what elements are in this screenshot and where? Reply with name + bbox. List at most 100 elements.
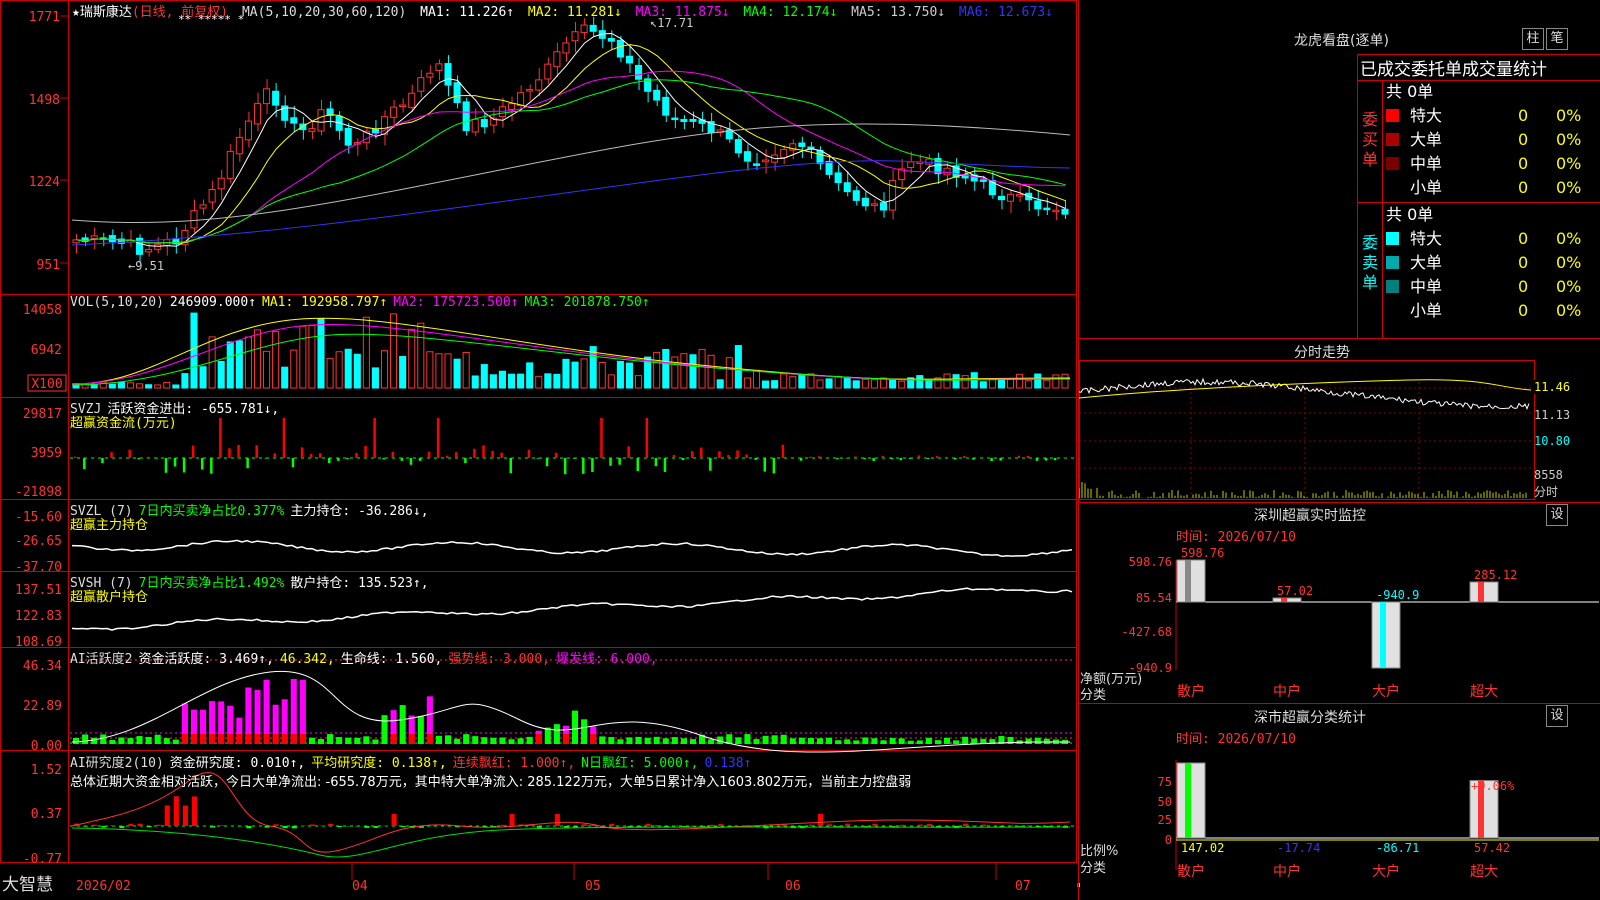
low-label: ←9.51	[128, 259, 164, 273]
intraday-vol-label: 分时	[1534, 485, 1559, 499]
svzj-bar	[282, 418, 286, 458]
ai-activity-bar	[744, 734, 751, 744]
svzj-bar	[427, 451, 431, 458]
volume-bar	[889, 379, 897, 389]
ai-activity-bar	[771, 735, 778, 744]
order-type: 大单	[1410, 253, 1443, 272]
ai-activity-bar	[880, 740, 887, 744]
ai-activity-bar	[971, 738, 978, 744]
ai-activity-bar	[553, 724, 560, 744]
ai-res-bar	[972, 825, 978, 826]
candle-body	[244, 120, 252, 141]
ma3-line	[76, 70, 1066, 244]
candle-body	[635, 64, 643, 80]
stock-name: ★瑞斯康达	[72, 5, 132, 20]
color-swatch	[1386, 232, 1399, 245]
ma6: MA6: 12.673↓	[958, 5, 1053, 20]
right-sidebar: 龙虎看盘(逐单) 柱 笔 已成交委托单成交量统计 委买单 委卖单 共 0单 特大 0…	[1078, 0, 1600, 900]
dragon-tabs[interactable]: 已成交委托单成交量统计	[1360, 55, 1547, 80]
svzj-ytick-1: 3959	[31, 446, 62, 461]
category-label: 超大	[1470, 864, 1498, 880]
volume-bar	[181, 373, 189, 389]
ai-res-bar	[926, 823, 932, 826]
volume-bar	[371, 367, 379, 389]
ai-activity-bar	[327, 734, 334, 744]
ai-activity-bar	[617, 739, 624, 744]
ai-res-bar	[182, 805, 188, 826]
volume-bar	[743, 377, 751, 389]
bar-mode-button[interactable]: 柱	[1522, 28, 1544, 50]
volume-bar	[126, 382, 135, 389]
ai-activity-bar	[345, 737, 352, 744]
candle-body	[517, 92, 525, 107]
svzj-bar	[999, 458, 1002, 461]
ai-res-bar	[164, 805, 170, 826]
ai-activity-base	[590, 734, 597, 744]
ai-activity-bar	[508, 739, 515, 744]
bar-value-label: 57.42	[1474, 841, 1510, 855]
ai-activity-bar	[73, 738, 80, 744]
svzj-bar	[228, 448, 231, 458]
svzj-bar	[591, 458, 594, 472]
volume-bar	[263, 350, 271, 389]
bar-value-label: -86.71	[1376, 841, 1419, 855]
monitor-chart[interactable]: 598.7685.54-427.68-940.9598.76散户57.02中户-…	[1079, 520, 1600, 700]
candle-body	[199, 204, 207, 209]
color-swatch	[1386, 133, 1399, 146]
ai-activity-base	[299, 734, 306, 744]
order-row[interactable]: 特大 0 0%	[1386, 227, 1600, 251]
order-row[interactable]: 大单 0 0%	[1386, 128, 1600, 152]
svzj-bar	[863, 458, 866, 460]
volume-bar	[199, 366, 207, 389]
ai-act-header: AI活跃度2 资金活跃度: 3.469↑, 46.342, 生命线: 1.560, 强势…	[70, 652, 658, 667]
svzj-bar	[672, 454, 676, 458]
ai-res-bar	[83, 826, 89, 827]
ai-res-bar	[110, 825, 116, 826]
tick-mode-button[interactable]: 笔	[1546, 28, 1568, 50]
order-count: 0	[1518, 301, 1529, 320]
svzj-bar	[1044, 458, 1048, 461]
svzj-bar	[926, 458, 930, 459]
volume-bar	[399, 356, 407, 389]
ai-activity-bar	[916, 740, 923, 744]
volume-bar	[290, 349, 298, 389]
order-row[interactable]: 特大 0 0%	[1386, 104, 1600, 128]
candle-body	[925, 158, 933, 165]
ai-activity-bar	[599, 736, 606, 744]
intraday-chart[interactable]	[1079, 360, 1600, 522]
order-row[interactable]: 中单 0 0%	[1386, 275, 1600, 299]
candlestick-series[interactable]	[72, 16, 1069, 264]
volume-bars[interactable]	[71, 312, 1071, 389]
svzj-bar	[373, 418, 376, 458]
ai-activity-bar	[127, 738, 134, 744]
svzj-bar	[409, 458, 413, 465]
order-row[interactable]: 小单 0 0%	[1386, 299, 1600, 323]
candle-body	[834, 172, 842, 184]
order-row[interactable]: 大单 0 0%	[1386, 251, 1600, 275]
classify-chart[interactable]: 75 50 25 0 147.02 散户 -17.74 中户 -86.71 大户 57.42 超大 +0…	[1079, 720, 1600, 900]
ai-activity-bar	[336, 737, 343, 744]
order-row[interactable]: 小单 0 0%	[1386, 176, 1600, 200]
svzj-bar	[536, 458, 540, 459]
xtick-2: 05	[585, 879, 601, 894]
ai-activity-bar	[154, 734, 161, 744]
volume-bar	[390, 313, 398, 389]
order-row[interactable]: 中单 0 0%	[1386, 152, 1600, 176]
order-percent: 0%	[1556, 253, 1582, 272]
category-label: 大户	[1372, 863, 1400, 880]
svzj-bar	[1026, 455, 1030, 458]
candle-body	[825, 160, 833, 175]
ai-activity-bar	[1034, 737, 1041, 744]
svzj-bar	[101, 458, 104, 464]
ai-activity-bar	[381, 715, 388, 744]
volume-bar	[435, 353, 443, 389]
ai-res-bar	[291, 826, 297, 829]
svzj-bar	[155, 458, 159, 459]
volume-bar	[453, 358, 461, 389]
svzj-bar	[790, 457, 794, 458]
svzj-bar	[736, 450, 739, 458]
candle-body	[997, 195, 1005, 201]
order-count: 0	[1518, 154, 1529, 173]
ai-activity-bar	[172, 739, 179, 744]
ai-activity-base	[426, 734, 433, 744]
